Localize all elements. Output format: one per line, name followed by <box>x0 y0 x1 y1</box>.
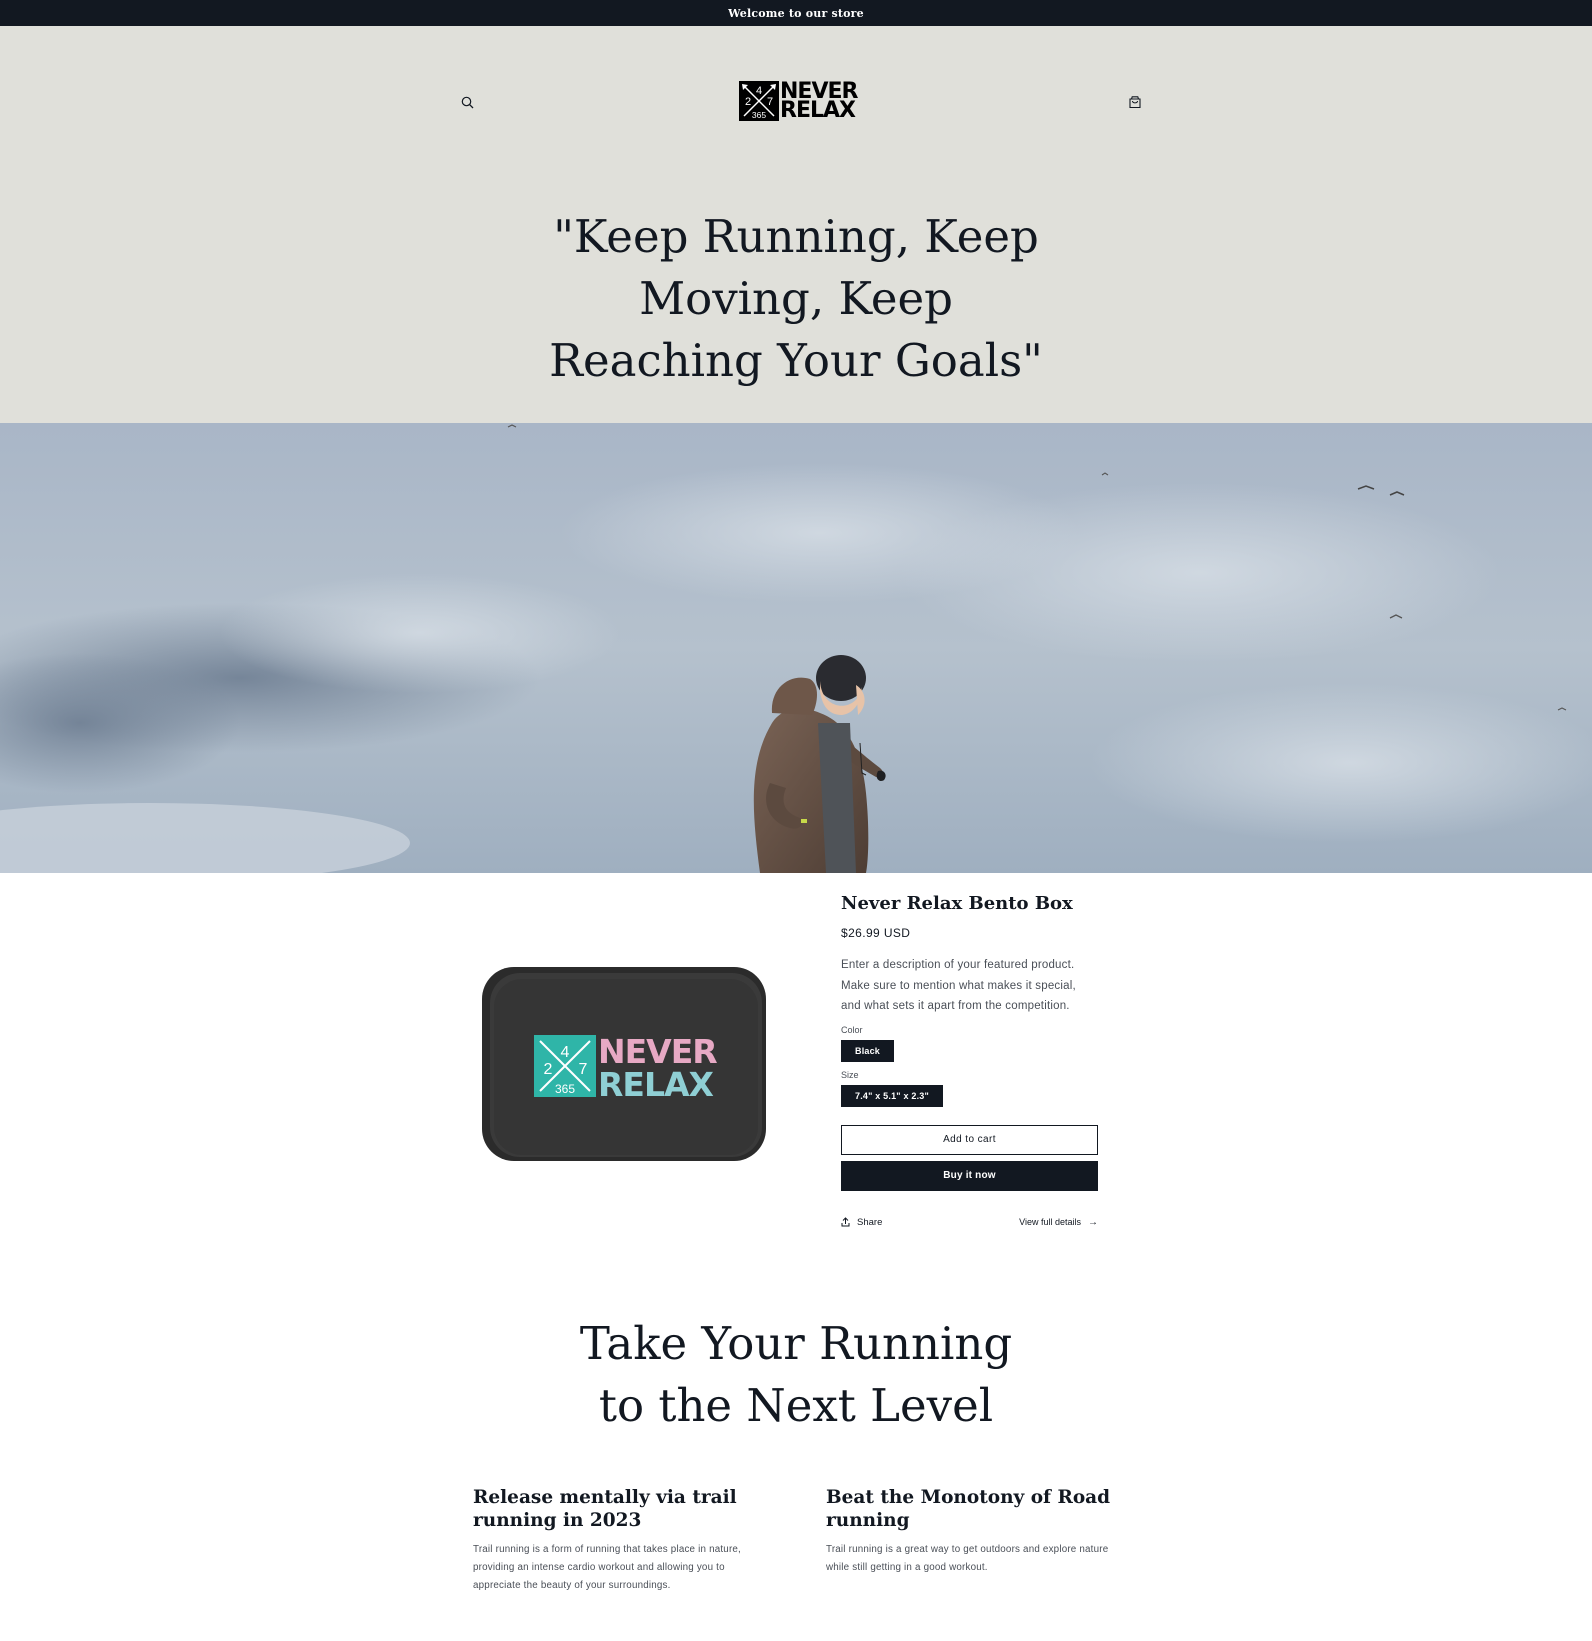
search-icon[interactable] <box>453 88 481 116</box>
svg-text:2: 2 <box>745 96 751 108</box>
features-heading: Take Your Running to the Next Level <box>579 1317 1013 1432</box>
buy-now-button[interactable]: Buy it now <box>841 1160 1098 1191</box>
logo-mark: 4 2 7 365 <box>739 81 779 121</box>
arrow-right-icon: → <box>1088 1216 1098 1228</box>
svg-text:2: 2 <box>544 1061 553 1078</box>
site-header: 4 2 7 365 NEVER RELAX <box>0 26 1592 176</box>
featured-product: 4 2 7 365 NEVER RELAX Never Relax Bento … <box>0 873 1592 1253</box>
feature-column: Release mentally via trail running in 20… <box>473 1486 760 1595</box>
product-title[interactable]: Never Relax Bento Box <box>841 893 1099 914</box>
hero-banner-image <box>0 423 1592 873</box>
svg-text:365: 365 <box>555 1082 575 1096</box>
site-logo[interactable]: 4 2 7 365 NEVER RELAX <box>739 79 858 123</box>
logo-wordmark: NEVER RELAX <box>780 79 858 123</box>
svg-text:7: 7 <box>767 96 773 108</box>
view-details-label: View full details <box>1019 1217 1081 1227</box>
share-icon <box>841 1217 850 1227</box>
color-option-black[interactable]: Black <box>841 1039 895 1062</box>
announcement-text: Welcome to our store <box>728 6 864 20</box>
hero-quote: "Keep Running, Keep Moving, Keep Reachin… <box>549 210 1043 387</box>
announcement-bar: Welcome to our store <box>0 0 1592 26</box>
product-description: Enter a description of your featured pro… <box>841 959 1076 1012</box>
feature-column: Beat the Monotony of Road running Trail … <box>826 1486 1113 1595</box>
share-button[interactable]: Share <box>841 1217 882 1228</box>
add-to-cart-button[interactable]: Add to cart <box>841 1124 1098 1155</box>
feature-title: Beat the Monotony of Road running <box>826 1487 1111 1531</box>
product-price: $26.99 USD <box>841 926 911 940</box>
svg-text:4: 4 <box>561 1044 570 1061</box>
color-label: Color <box>841 1024 863 1035</box>
view-full-details-link[interactable]: View full details → <box>1019 1217 1098 1228</box>
cart-icon[interactable] <box>1121 88 1149 116</box>
product-image[interactable]: 4 2 7 365 NEVER RELAX <box>480 965 768 1165</box>
features-columns: Release mentally via trail running in 20… <box>473 1486 1113 1595</box>
svg-text:7: 7 <box>579 1061 588 1078</box>
product-info: Never Relax Bento Box $26.99 USD Enter a… <box>841 893 1099 1228</box>
feature-title: Release mentally via trail running in 20… <box>473 1487 737 1531</box>
feature-text: Trail running is a great way to get outd… <box>826 1544 1109 1573</box>
header-hero-section: 4 2 7 365 NEVER RELAX "Keep Running, Kee… <box>0 26 1592 423</box>
size-label: Size <box>841 1069 859 1080</box>
svg-text:365: 365 <box>752 110 766 120</box>
svg-text:4: 4 <box>756 85 762 97</box>
share-label: Share <box>857 1216 883 1228</box>
feature-text: Trail running is a form of running that … <box>473 1544 741 1591</box>
size-option[interactable]: 7.4" x 5.1" x 2.3" <box>841 1084 943 1107</box>
product-footer-actions: Share View full details → <box>841 1217 1098 1228</box>
svg-text:RELAX: RELAX <box>598 1065 714 1104</box>
